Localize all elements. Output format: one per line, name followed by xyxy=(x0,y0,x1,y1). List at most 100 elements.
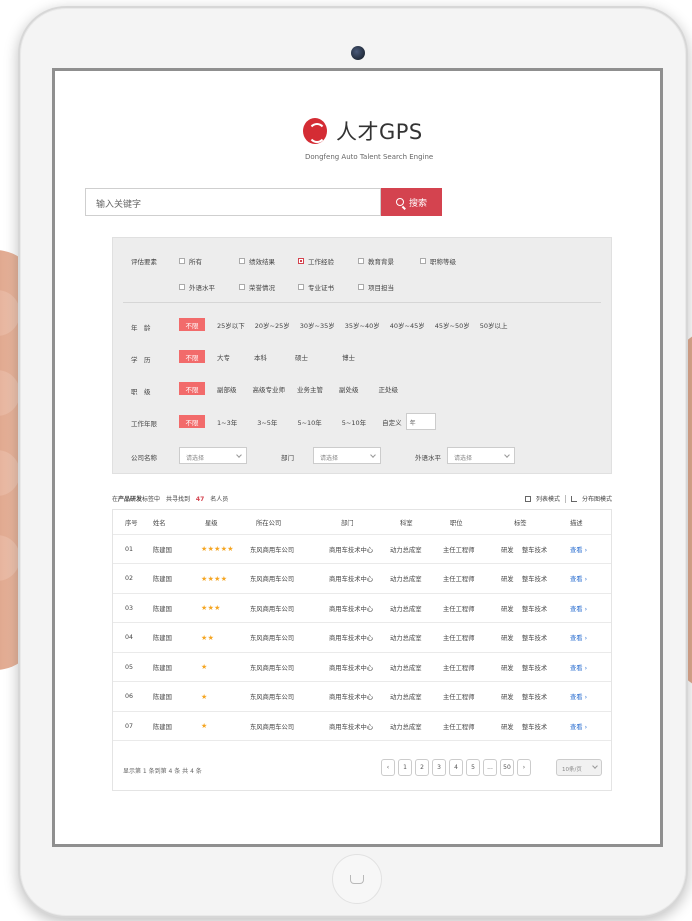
criteria-checkbox[interactable]: 职称等级 xyxy=(420,256,456,266)
age-options: 不限 25岁以下 20岁~25岁 30岁~35岁 35岁~40岁 40岁~45岁… xyxy=(179,318,518,331)
view-link[interactable]: 查看 › xyxy=(570,594,587,622)
search-input[interactable]: 输入关键字 xyxy=(85,188,381,216)
list-mode-button[interactable]: 列表模式 xyxy=(536,494,560,503)
department-name: 商用车技术中心 xyxy=(329,605,374,613)
rank-option[interactable]: 副部级 xyxy=(217,384,237,394)
person-name: 陈建国 xyxy=(153,664,172,672)
view-link[interactable]: 查看 › xyxy=(570,535,587,563)
pagination: ‹ 1 2 3 4 5 ... 50 › xyxy=(381,759,531,776)
person-name: 陈建国 xyxy=(153,546,172,554)
years-option[interactable]: 5~10年 xyxy=(342,417,366,427)
position-title: 主任工程师 xyxy=(443,723,475,731)
years-option[interactable]: 3~5年 xyxy=(257,417,277,427)
age-option[interactable]: 30岁~35岁 xyxy=(300,320,335,330)
rank-option[interactable]: 副处级 xyxy=(339,384,359,394)
results-table: 序号 姓名 星级 所在公司 部门 科室 职位 标签 描述 01 陈建国 ★★★★★ 东风商用车公司 商用车… xyxy=(112,509,612,791)
years-option[interactable]: 1~3年 xyxy=(217,417,237,427)
column-header: 星级 xyxy=(205,519,218,527)
criteria-checkbox[interactable]: 荣誉情况 xyxy=(239,282,275,292)
criteria-checkbox[interactable]: 所有 xyxy=(179,256,202,266)
view-link[interactable]: 查看 › xyxy=(570,653,587,681)
rank-option[interactable]: 正处级 xyxy=(379,384,399,394)
checkbox-icon xyxy=(179,284,185,290)
per-page-select[interactable]: 10条/页 xyxy=(556,759,602,776)
tag-badge: 整车技术 xyxy=(522,723,548,731)
tag-badge: 整车技术 xyxy=(522,635,548,642)
result-tag: 产品研发 xyxy=(118,496,143,503)
page-button[interactable]: 50 xyxy=(500,759,514,776)
age-option[interactable]: 25岁以下 xyxy=(217,320,245,330)
education-option[interactable]: 大专 xyxy=(217,352,230,362)
checkbox-checked-icon xyxy=(298,258,304,264)
position-title: 主任工程师 xyxy=(443,635,475,642)
language-select[interactable]: 请选择 xyxy=(447,447,515,464)
education-option[interactable]: 博士 xyxy=(342,352,355,362)
education-option[interactable]: 硕士 xyxy=(295,352,308,362)
position-title: 主任工程师 xyxy=(443,576,475,583)
finger xyxy=(0,370,20,416)
table-row: 05 陈建国 ★ 东风商用车公司 商用车技术中心 动力总成室 主任工程师 研发 整车技术 查看 › xyxy=(113,653,611,682)
distribution-mode-button[interactable]: 分布图模式 xyxy=(582,494,612,503)
page-button[interactable]: 2 xyxy=(415,759,429,776)
years-option[interactable]: 5~10年 xyxy=(297,417,321,427)
age-option[interactable]: 35岁~40岁 xyxy=(345,320,380,330)
chevron-down-icon xyxy=(236,452,242,458)
page-button[interactable]: 5 xyxy=(466,759,480,776)
age-option[interactable]: 20岁~25岁 xyxy=(255,320,290,330)
education-option[interactable]: 本科 xyxy=(254,352,267,362)
page-button[interactable]: 3 xyxy=(432,759,446,776)
rank-option[interactable]: 业务主管 xyxy=(297,384,323,394)
view-link[interactable]: 查看 › xyxy=(570,565,587,593)
criteria-checkbox[interactable]: 绩效结果 xyxy=(239,256,275,266)
page-button[interactable]: 4 xyxy=(449,759,463,776)
criteria-checkbox[interactable]: 专业证书 xyxy=(298,282,334,292)
table-row: 04 陈建国 ★★ 东风商用车公司 商用车技术中心 动力总成室 主任工程师 研发 整车技术 查看 … xyxy=(113,624,611,653)
row-number: 06 xyxy=(125,693,134,700)
screen: 人才GPS Dongfeng Auto Talent Search Engine… xyxy=(52,68,663,847)
age-option[interactable]: 50岁以上 xyxy=(480,320,508,330)
checkbox-icon xyxy=(298,284,304,290)
department-select[interactable]: 请选择 xyxy=(313,447,381,464)
company-select[interactable]: 请选择 xyxy=(179,447,247,464)
years-custom-input[interactable]: 年 xyxy=(405,413,436,430)
company-name: 东风商用车公司 xyxy=(250,664,295,672)
criteria-checkbox[interactable]: 项目担当 xyxy=(358,282,394,292)
position-title: 主任工程师 xyxy=(443,694,475,701)
table-header: 序号 姓名 星级 所在公司 部门 科室 职位 标签 描述 xyxy=(113,510,611,535)
department-name: 商用车技术中心 xyxy=(329,576,374,583)
rank-option[interactable]: 高级专业师 xyxy=(253,384,286,394)
view-link[interactable]: 查看 › xyxy=(570,624,587,652)
criteria-checkbox[interactable]: 外语水平 xyxy=(179,282,215,292)
search-button[interactable]: 搜索 xyxy=(381,188,442,216)
criteria-checkbox[interactable]: 工作经验 xyxy=(298,256,334,266)
checkbox-icon xyxy=(358,284,364,290)
rank-option-any[interactable]: 不限 xyxy=(179,382,205,395)
age-option[interactable]: 40岁~45岁 xyxy=(390,320,425,330)
education-option-any[interactable]: 不限 xyxy=(179,350,205,363)
view-link[interactable]: 查看 › xyxy=(570,683,587,711)
years-option-any[interactable]: 不限 xyxy=(179,415,205,428)
tag-badge: 研发 xyxy=(501,546,514,554)
tag-badge: 整车技术 xyxy=(522,664,548,672)
star-rating: ★ xyxy=(201,663,208,671)
company-name: 东风商用车公司 xyxy=(250,576,295,583)
page-button[interactable]: 1 xyxy=(398,759,412,776)
age-option[interactable]: 45岁~50岁 xyxy=(435,320,470,330)
row-number: 02 xyxy=(125,575,134,582)
age-option-any[interactable]: 不限 xyxy=(179,318,205,331)
next-page-button[interactable]: › xyxy=(517,759,531,776)
criteria-checkbox[interactable]: 教育背景 xyxy=(358,256,394,266)
section-name: 动力总成室 xyxy=(390,635,422,642)
tag-badge: 整车技术 xyxy=(522,605,548,613)
tag-badge: 整车技术 xyxy=(522,546,548,554)
section-name: 动力总成室 xyxy=(390,576,422,583)
finger xyxy=(0,290,20,336)
checkbox-icon xyxy=(239,258,245,264)
company-name: 东风商用车公司 xyxy=(250,723,295,731)
logo-title: 人才GPS xyxy=(336,120,423,144)
home-button[interactable] xyxy=(332,854,382,904)
view-link[interactable]: 查看 › xyxy=(570,712,587,740)
prev-page-button[interactable]: ‹ xyxy=(381,759,395,776)
table-row: 03 陈建国 ★★★ 东风商用车公司 商用车技术中心 动力总成室 主任工程师 研发 整车技术 查看… xyxy=(113,594,611,623)
logo: 人才GPS xyxy=(303,116,423,146)
